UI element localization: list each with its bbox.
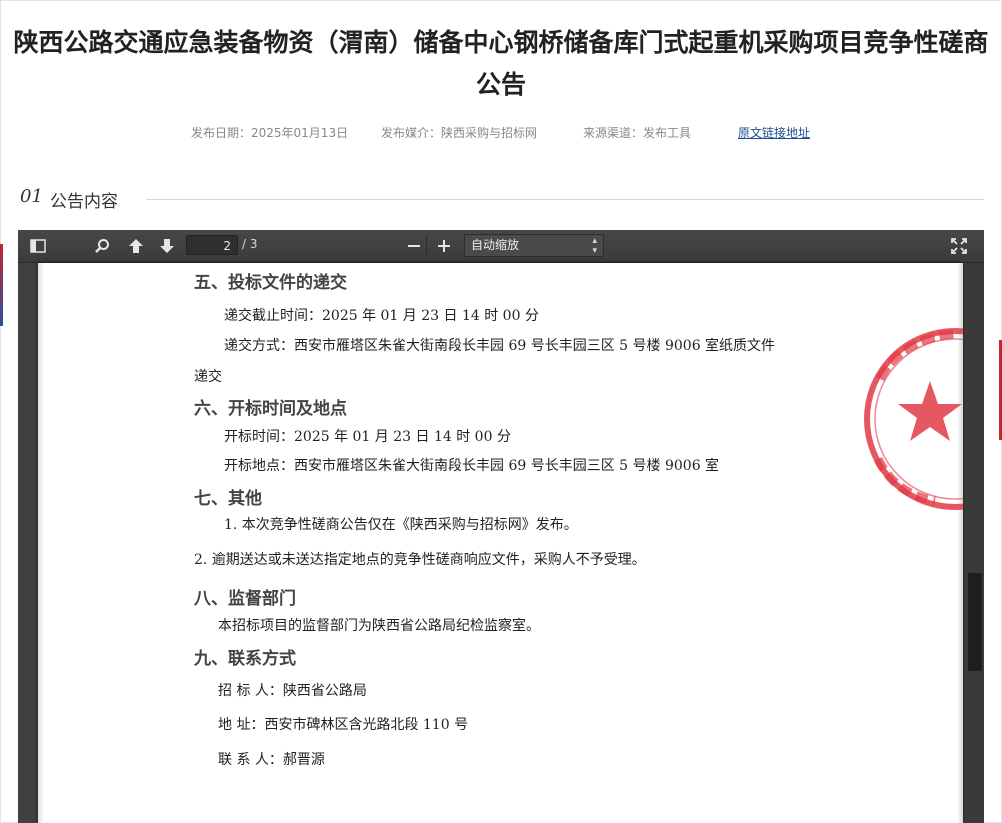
minus-icon[interactable] bbox=[402, 235, 426, 257]
section-5-line-3: 递交 bbox=[194, 369, 222, 385]
section-6-line-1: 开标时间：2025 年 01 月 23 日 14 时 00 分 bbox=[224, 429, 511, 445]
section-7-heading: 七、其他 bbox=[194, 489, 262, 509]
arrow-down-icon[interactable] bbox=[155, 235, 179, 257]
section-label: 公告内容 bbox=[50, 192, 118, 212]
page-title: 陕西公路交通应急装备物资（渭南）储备中心钢桥储备库门式起重机采购项目竞争性磋商 … bbox=[0, 22, 1002, 106]
section-6-heading: 六、开标时间及地点 bbox=[194, 399, 347, 419]
page-total: / 3 bbox=[242, 237, 258, 251]
title-line-2: 公告 bbox=[475, 70, 526, 99]
fullscreen-icon[interactable] bbox=[947, 235, 971, 257]
page-edge-left bbox=[38, 263, 44, 823]
article-meta: 发布日期：2025年01月13日 发布媒介：陕西采购与招标网 来源渠道：发布工具… bbox=[0, 124, 1002, 144]
page-number-input[interactable]: 2 bbox=[186, 235, 238, 255]
section-divider bbox=[146, 199, 984, 200]
section-9-line-2: 地 址：西安市碑林区含光路北段 110 号 bbox=[218, 717, 469, 733]
section-6-line-2: 开标地点：西安市雁塔区朱雀大街南段长丰园 69 号长丰园三区 5 号楼 9006… bbox=[224, 458, 720, 474]
publish-media: 发布媒介：陕西采购与招标网 bbox=[381, 126, 538, 140]
official-seal bbox=[864, 328, 963, 510]
plus-icon[interactable] bbox=[432, 235, 456, 257]
vertical-scrollbar[interactable] bbox=[966, 263, 984, 823]
arrow-up-icon[interactable] bbox=[124, 235, 148, 257]
section-9-line-1: 招 标 人：陕西省公路局 bbox=[218, 683, 367, 699]
section-8-heading: 八、监督部门 bbox=[194, 589, 296, 609]
original-link[interactable]: 原文链接地址 bbox=[738, 124, 810, 141]
search-icon[interactable] bbox=[90, 235, 114, 257]
pdf-document-area[interactable]: 五、投标文件的递交 递交截止时间：2025 年 01 月 23 日 14 时 0… bbox=[18, 263, 984, 823]
section-9-line-3: 联 系 人：郝晋源 bbox=[218, 752, 325, 768]
side-decoration-left bbox=[0, 244, 3, 326]
section-header: 01 公告内容 bbox=[18, 186, 984, 212]
zoom-select[interactable]: 自动缩放 ▴ ▾ bbox=[464, 234, 604, 257]
section-5-heading: 五、投标文件的递交 bbox=[194, 273, 347, 293]
publish-date: 发布日期：2025年01月13日 bbox=[191, 126, 349, 140]
source-channel: 来源渠道：发布工具 bbox=[583, 126, 692, 140]
section-5-line-1: 递交截止时间：2025 年 01 月 23 日 14 时 00 分 bbox=[224, 308, 539, 324]
pdf-viewer: 2 / 3 自动缩放 ▴ ▾ 五、投标文件的递交 递交截止时间：2025 年 01… bbox=[18, 230, 984, 823]
section-number: 01 bbox=[20, 186, 43, 207]
section-5-line-2: 递交方式：西安市雁塔区朱雀大街南段长丰园 69 号长丰园三区 5 号楼 9006… bbox=[224, 338, 776, 354]
section-9-heading: 九、联系方式 bbox=[194, 649, 296, 669]
select-arrows-icon: ▴ ▾ bbox=[592, 236, 597, 256]
section-8-line-1: 本招标项目的监督部门为陕西省公路局纪检监察室。 bbox=[218, 618, 540, 634]
section-7-line-1: 1. 本次竞争性磋商公告仅在《陕西采购与招标网》发布。 bbox=[224, 517, 578, 533]
section-7-line-2: 2. 逾期送达或未送达指定地点的竞争性磋商响应文件，采购人不予受理。 bbox=[194, 552, 646, 568]
title-line-1: 陕西公路交通应急装备物资（渭南）储备中心钢桥储备库门式起重机采购项目竞争性磋商 bbox=[13, 28, 989, 57]
toolbar-divider bbox=[426, 236, 427, 256]
pdf-toolbar: 2 / 3 自动缩放 ▴ ▾ bbox=[18, 230, 984, 263]
pdf-page: 五、投标文件的递交 递交截止时间：2025 年 01 月 23 日 14 时 0… bbox=[38, 263, 963, 823]
sidebar-toggle-icon[interactable] bbox=[26, 235, 50, 257]
zoom-value: 自动缩放 bbox=[471, 238, 520, 252]
scrollbar-thumb[interactable] bbox=[968, 573, 982, 671]
